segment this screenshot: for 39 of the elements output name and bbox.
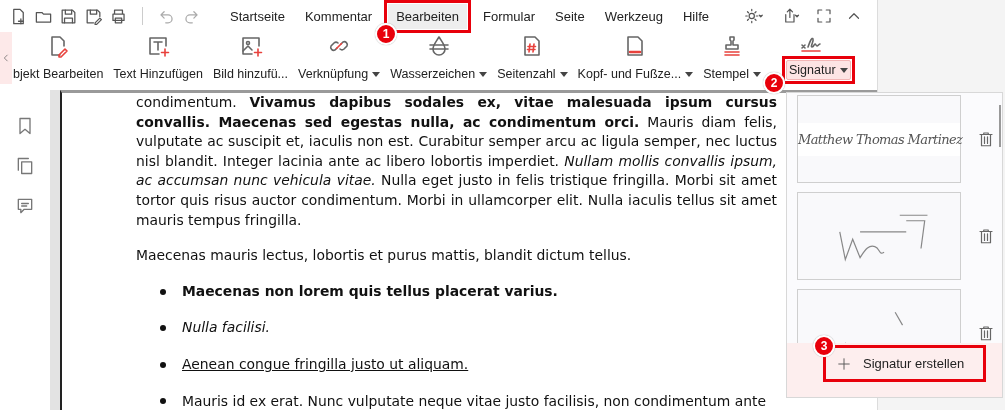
bullet-icon [160, 325, 166, 332]
bullet-icon [160, 288, 166, 295]
paragraph: Maecenas mauris lectus, lobortis et purus mattis, blandit dictum tellus. [136, 246, 633, 266]
bullet-icon [160, 361, 166, 368]
toolbar-button[interactable]: bjekt Bearbeiten [10, 64, 107, 84]
trash-icon[interactable] [977, 130, 995, 148]
list-item: Maecenas non lorem quis tellus placerat varius. [182, 281, 558, 301]
menu-tab[interactable]: Seite [547, 3, 593, 29]
toolbar-button[interactable]: Signatur [786, 60, 851, 80]
watermark-icon [426, 34, 451, 58]
toolbar-button[interactable]: Seitenzahl [494, 64, 571, 84]
step-badge: 3 [813, 335, 835, 357]
toolbar-button[interactable]: Bild hinzufü... [210, 64, 292, 84]
toolbar-button[interactable]: Text Hinzufügen [110, 64, 206, 84]
paragraph: condimentum. Vivamus dapibus sodales ex, vitae malesuada ipsum cursus convallis. Maecenas sed egestas nulla, ac condimentum orci. Mauris diam felis, vulputate ac suscipit et, iaculis non est. Curabitur semper arcu ac ligula semper, nec luctus nisl blandit. Integer lacinia ante ac libero lobortis imperdiet. Nullam mollis convallis ipsum, ac accumsan nunc vehicula vitae. Nulla eget justo in felis tristique fringilla. Morbi sit amet tortor quis risus auctor condimentum. Morbi in ullamcorper elit. Nulla iaculis tellus sit amet mauris tempus fringilla. [136, 93, 777, 230]
toolbar-button[interactable]: Verknüpfung [295, 64, 384, 84]
toolbar-button[interactable]: Kopf- und Fußze... [574, 64, 697, 84]
menu-tab[interactable]: Startseite [222, 3, 293, 29]
trash-icon[interactable] [977, 227, 995, 245]
menu-tab[interactable]: Formular [475, 3, 544, 29]
list-item: Nulla facilisi. [182, 318, 270, 338]
fullscreen-icon[interactable] [815, 7, 833, 25]
scrollbar-thumb[interactable] [999, 105, 1001, 147]
menu-tab[interactable]: Bearbeiten [388, 3, 467, 29]
list-item: Mauris id ex erat. Nunc vulputate neque vitae justo facilisis, non condimentum ante [182, 391, 767, 410]
signature-card[interactable]: Matthew Thomas Martinez [797, 95, 961, 183]
menu-tab[interactable]: Hilfe [674, 3, 717, 29]
bullet-icon [160, 398, 166, 405]
pages-icon[interactable] [15, 156, 35, 176]
plus-icon [837, 356, 851, 371]
trash-icon[interactable] [977, 324, 995, 342]
comment-icon[interactable] [15, 196, 35, 216]
step-badge: 1 [375, 22, 398, 45]
step-badge: 2 [763, 72, 785, 94]
text-add-icon [146, 34, 171, 58]
chevron-left-icon [1, 51, 11, 65]
list-item: Aenean congue fringilla justo ut aliquam. [182, 354, 469, 374]
menu-tab[interactable]: Werkzeug [596, 3, 671, 29]
toolbar-button[interactable]: Wasserzeichen [387, 64, 491, 84]
